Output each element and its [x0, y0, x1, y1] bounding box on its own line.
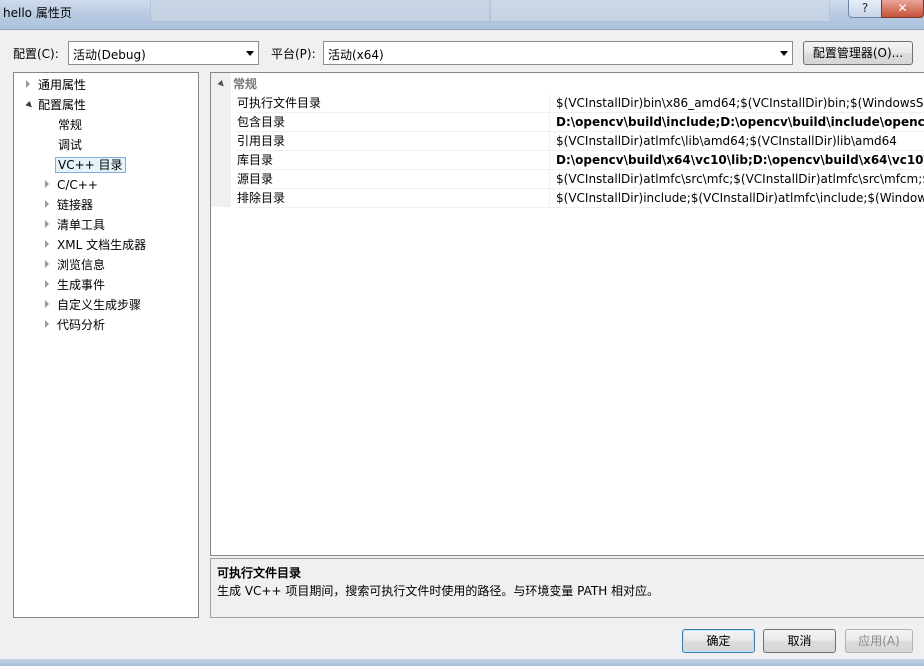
tree-item-vc-directories[interactable]: VC++ 目录: [55, 156, 126, 174]
close-button[interactable]: ✕: [881, 0, 924, 18]
expand-arrow-icon[interactable]: [45, 260, 49, 268]
tree-item-debugging[interactable]: 调试: [58, 136, 82, 154]
background-window-tab: [150, 0, 490, 22]
property-row-executable-directories[interactable]: 可执行文件目录 $(VCInstallDir)bin\x86_amd64;$(V…: [211, 94, 924, 113]
tree-item-code-analysis[interactable]: 代码分析: [45, 316, 105, 334]
tree-item-c-cpp[interactable]: C/C++: [45, 176, 98, 194]
chevron-down-icon: [780, 51, 788, 56]
ok-button[interactable]: 确定: [682, 629, 755, 653]
tree-item-general[interactable]: 常规: [58, 116, 82, 134]
config-label: 配置(C):: [13, 47, 59, 61]
description-title: 可执行文件目录: [217, 566, 302, 580]
property-name: 排除目录: [237, 189, 549, 208]
property-grid: 常规 可执行文件目录 $(VCInstallDir)bin\x86_amd64;…: [210, 72, 924, 556]
title-bar: hello 属性页 ? ✕: [0, 0, 924, 30]
property-tree: 通用属性 配置属性 常规 调试 VC++ 目录 C/C++ 链接器 清单工具 X…: [13, 72, 199, 618]
platform-select[interactable]: 活动(x64): [323, 41, 793, 65]
config-manager-button[interactable]: 配置管理器(O)...: [803, 41, 913, 65]
chevron-down-icon: [246, 51, 254, 56]
property-value[interactable]: $(VCInstallDir)atlmfc\src\mfc;$(VCInstal…: [549, 170, 924, 189]
property-value[interactable]: $(VCInstallDir)bin\x86_amd64;$(VCInstall…: [549, 94, 924, 113]
expand-arrow-icon[interactable]: [26, 80, 30, 88]
property-name: 引用目录: [237, 132, 549, 151]
expand-arrow-icon[interactable]: [45, 240, 49, 248]
expand-arrow-icon[interactable]: [45, 220, 49, 228]
tree-item-xml-doc-generator[interactable]: XML 文档生成器: [45, 236, 146, 254]
tree-item-manifest-tool[interactable]: 清单工具: [45, 216, 105, 234]
platform-label: 平台(P):: [271, 47, 316, 61]
property-row-source-directories[interactable]: 源目录 $(VCInstallDir)atlmfc\src\mfc;$(VCIn…: [211, 170, 924, 189]
background-window-tab: [490, 0, 830, 22]
property-name: 库目录: [237, 151, 549, 170]
description-text: 生成 VC++ 项目期间，搜索可执行文件时使用的路径。与环境变量 PATH 相对…: [217, 584, 660, 598]
property-value[interactable]: $(VCInstallDir)atlmfc\lib\amd64;$(VCInst…: [549, 132, 924, 151]
config-select[interactable]: 活动(Debug): [68, 41, 259, 65]
expand-arrow-icon[interactable]: [45, 300, 49, 308]
collapse-arrow-icon[interactable]: [25, 101, 34, 110]
property-name: 源目录: [237, 170, 549, 189]
tree-item-linker[interactable]: 链接器: [45, 196, 93, 214]
property-value[interactable]: D:\opencv\build\x64\vc10\lib;D:\opencv\b…: [549, 151, 924, 170]
category-header[interactable]: 常规: [211, 75, 257, 94]
tree-item-common-properties[interactable]: 通用属性: [26, 76, 86, 94]
background-window-edge: [0, 659, 924, 666]
expand-arrow-icon[interactable]: [45, 280, 49, 288]
property-row-include-directories[interactable]: 包含目录 D:\opencv\build\include;D:\opencv\b…: [211, 113, 924, 132]
property-row-exclude-directories[interactable]: 排除目录 $(VCInstallDir)include;$(VCInstallD…: [211, 189, 924, 208]
expand-arrow-icon[interactable]: [45, 180, 49, 188]
config-select-value: 活动(Debug): [73, 48, 146, 62]
tree-item-browse-information[interactable]: 浏览信息: [45, 256, 105, 274]
window-title: hello 属性页: [3, 6, 72, 20]
cancel-button[interactable]: 取消: [763, 629, 836, 653]
property-row-reference-directories[interactable]: 引用目录 $(VCInstallDir)atlmfc\lib\amd64;$(V…: [211, 132, 924, 151]
description-panel: 可执行文件目录 生成 VC++ 项目期间，搜索可执行文件时使用的路径。与环境变量…: [210, 558, 924, 618]
help-button[interactable]: ?: [848, 0, 882, 18]
property-name: 可执行文件目录: [237, 94, 549, 113]
property-row-library-directories[interactable]: 库目录 D:\opencv\build\x64\vc10\lib;D:\open…: [211, 151, 924, 170]
expand-arrow-icon[interactable]: [45, 200, 49, 208]
property-value[interactable]: D:\opencv\build\include;D:\opencv\build\…: [549, 113, 924, 132]
tree-item-custom-build-step[interactable]: 自定义生成步骤: [45, 296, 141, 314]
apply-button[interactable]: 应用(A): [845, 629, 913, 653]
expand-arrow-icon[interactable]: [45, 320, 49, 328]
collapse-arrow-icon[interactable]: [217, 80, 226, 89]
platform-select-value: 活动(x64): [328, 48, 384, 62]
tree-item-config-properties[interactable]: 配置属性: [25, 96, 86, 114]
property-name: 包含目录: [237, 113, 549, 132]
property-value[interactable]: $(VCInstallDir)include;$(VCInstallDir)at…: [549, 189, 924, 208]
tree-item-build-events[interactable]: 生成事件: [45, 276, 105, 294]
